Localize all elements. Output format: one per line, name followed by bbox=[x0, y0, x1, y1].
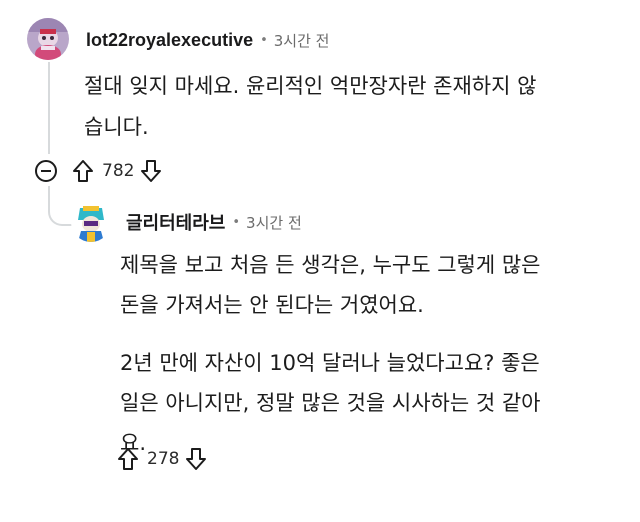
avatar[interactable] bbox=[71, 202, 111, 242]
meta-separator: • bbox=[260, 32, 268, 48]
meta-separator: • bbox=[232, 214, 241, 230]
timestamp[interactable]: 3시간 전 bbox=[246, 212, 302, 233]
comment-text-line: 제목을 보고 처음 든 생각은, 누구도 그렇게 많은 bbox=[120, 253, 541, 277]
reply-connector bbox=[48, 186, 72, 226]
comment-meta: 글리터테라브 • 3시간 전 bbox=[126, 208, 302, 236]
username[interactable]: lot22royalexecutive bbox=[86, 30, 253, 51]
comment-meta: lot22royalexecutive • 3시간 전 bbox=[86, 26, 329, 54]
comment-actions: 782 bbox=[35, 154, 164, 188]
collapse-thread-button[interactable] bbox=[35, 160, 57, 182]
downvote-button[interactable] bbox=[183, 445, 209, 473]
avatar-image bbox=[71, 202, 111, 242]
comment-text-line: 돈을 가져서는 안 된다는 거였어요. bbox=[120, 293, 424, 317]
vote-count: 278 bbox=[147, 449, 180, 469]
comment-actions: 278 bbox=[115, 442, 209, 476]
upvote-button[interactable] bbox=[70, 157, 96, 185]
comment-paragraph: 제목을 보고 처음 든 생각은, 누구도 그렇게 많은 돈을 가져서는 안 된다… bbox=[120, 245, 630, 325]
arrow-up-icon bbox=[73, 160, 93, 182]
arrow-down-icon bbox=[186, 448, 207, 470]
downvote-button[interactable] bbox=[138, 157, 164, 185]
upvote-button[interactable] bbox=[115, 445, 141, 473]
comment-text-line: 일은 아니지만, 정말 많은 것을 시사하는 것 같아 bbox=[120, 391, 541, 415]
arrow-up-icon bbox=[118, 448, 138, 470]
timestamp[interactable]: 3시간 전 bbox=[274, 30, 330, 51]
vote-count: 782 bbox=[102, 161, 135, 181]
avatar[interactable] bbox=[27, 18, 69, 60]
username[interactable]: 글리터테라브 bbox=[126, 209, 225, 235]
comment-body: 절대 잊지 마세요. 윤리적인 억만장자란 존재하지 않 습니다. bbox=[84, 66, 634, 148]
thread-line[interactable] bbox=[48, 62, 50, 154]
arrow-down-icon bbox=[141, 160, 162, 182]
minus-circle-icon bbox=[41, 170, 51, 172]
avatar-image bbox=[27, 18, 69, 60]
comment-text-line: 2년 만에 자산이 10억 달러나 늘었다고요? 좋은 bbox=[120, 351, 540, 375]
comment-text-line: 습니다. bbox=[84, 115, 149, 139]
comment-text-line: 절대 잊지 마세요. 윤리적인 억만장자란 존재하지 않 bbox=[84, 74, 537, 98]
